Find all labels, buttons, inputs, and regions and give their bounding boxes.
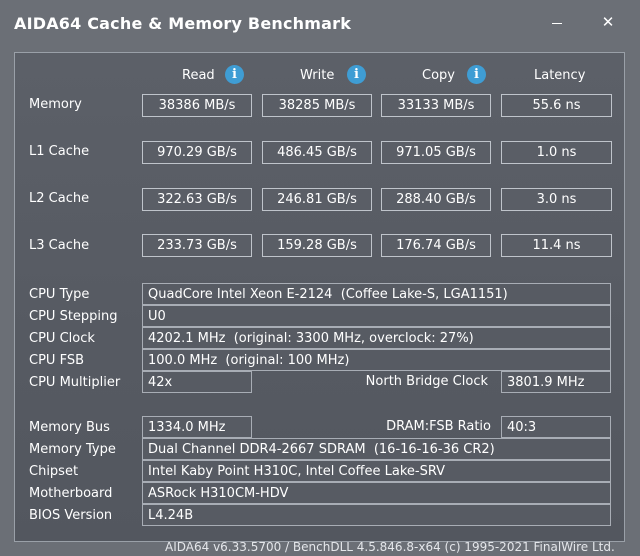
close-button[interactable]: ✕: [593, 8, 623, 36]
column-header-write: Write: [300, 68, 335, 83]
l2-latency-value: 3.0 ns: [501, 188, 612, 211]
memory-type-label: Memory Type: [29, 442, 116, 457]
cpu-clock-label: CPU Clock: [29, 331, 95, 346]
memory-bus-field: 1334.0 MHz: [142, 416, 252, 438]
l2-read-value: 322.63 GB/s: [142, 188, 252, 211]
l1-copy-value: 971.05 GB/s: [381, 141, 491, 164]
l1-cache-row-label: L1 Cache: [29, 144, 90, 159]
motherboard-label: Motherboard: [29, 486, 113, 501]
l3-cache-row-label: L3 Cache: [29, 238, 90, 253]
minimize-button[interactable]: [542, 8, 572, 36]
close-icon: ✕: [601, 13, 615, 31]
cpu-stepping-label: CPU Stepping: [29, 309, 118, 324]
chipset-field: Intel Kaby Point H310C, Intel Coffee Lak…: [142, 460, 611, 482]
memory-type-field: Dual Channel DDR4-2667 SDRAM (16-16-16-3…: [142, 438, 611, 460]
dram-fsb-ratio-label: DRAM:FSB Ratio: [386, 419, 491, 434]
l3-latency-value: 11.4 ns: [501, 234, 612, 257]
dram-fsb-ratio-field: 40:3: [501, 416, 611, 438]
l2-copy-value: 288.40 GB/s: [381, 188, 491, 211]
copy-info-icon[interactable]: i: [467, 65, 486, 84]
title-bar: AIDA64 Cache & Memory Benchmark ✕: [0, 0, 640, 44]
l1-write-value: 486.45 GB/s: [262, 141, 372, 164]
memory-latency-value: 55.6 ns: [501, 94, 612, 117]
memory-write-value: 38285 MB/s: [262, 94, 372, 117]
memory-row-label: Memory: [29, 97, 82, 112]
cpu-stepping-field: U0: [142, 305, 611, 327]
read-info-icon[interactable]: i: [225, 65, 244, 84]
chipset-label: Chipset: [29, 464, 79, 479]
minimize-icon: [552, 22, 562, 24]
north-bridge-clock-field: 3801.9 MHz: [501, 371, 611, 393]
l1-latency-value: 1.0 ns: [501, 141, 612, 164]
l3-write-value: 159.28 GB/s: [262, 234, 372, 257]
motherboard-field: ASRock H310CM-HDV: [142, 482, 611, 504]
window-title: AIDA64 Cache & Memory Benchmark: [14, 14, 352, 33]
l3-read-value: 233.73 GB/s: [142, 234, 252, 257]
column-header-latency: Latency: [534, 68, 586, 83]
l2-cache-row-label: L2 Cache: [29, 191, 90, 206]
footer-version-text: AIDA64 v6.33.5700 / BenchDLL 4.5.846.8-x…: [165, 540, 615, 554]
memory-copy-value: 33133 MB/s: [381, 94, 491, 117]
bios-version-field: L4.24B: [142, 504, 611, 526]
cpu-clock-field: 4202.1 MHz (original: 3300 MHz, overcloc…: [142, 327, 611, 349]
memory-bus-label: Memory Bus: [29, 420, 110, 435]
l2-write-value: 246.81 GB/s: [262, 188, 372, 211]
l3-copy-value: 176.74 GB/s: [381, 234, 491, 257]
cpu-type-label: CPU Type: [29, 287, 90, 302]
cpu-type-field: QuadCore Intel Xeon E-2124 (Coffee Lake-…: [142, 283, 611, 305]
write-info-icon[interactable]: i: [347, 65, 366, 84]
bios-version-label: BIOS Version: [29, 508, 113, 523]
cpu-fsb-field: 100.0 MHz (original: 100 MHz): [142, 349, 611, 371]
l1-read-value: 970.29 GB/s: [142, 141, 252, 164]
cpu-multiplier-label: CPU Multiplier: [29, 375, 121, 390]
column-header-read: Read: [182, 68, 215, 83]
column-header-copy: Copy: [422, 68, 455, 83]
memory-read-value: 38386 MB/s: [142, 94, 252, 117]
cpu-multiplier-field: 42x: [142, 371, 252, 393]
north-bridge-clock-label: North Bridge Clock: [365, 374, 488, 389]
cpu-fsb-label: CPU FSB: [29, 353, 84, 368]
